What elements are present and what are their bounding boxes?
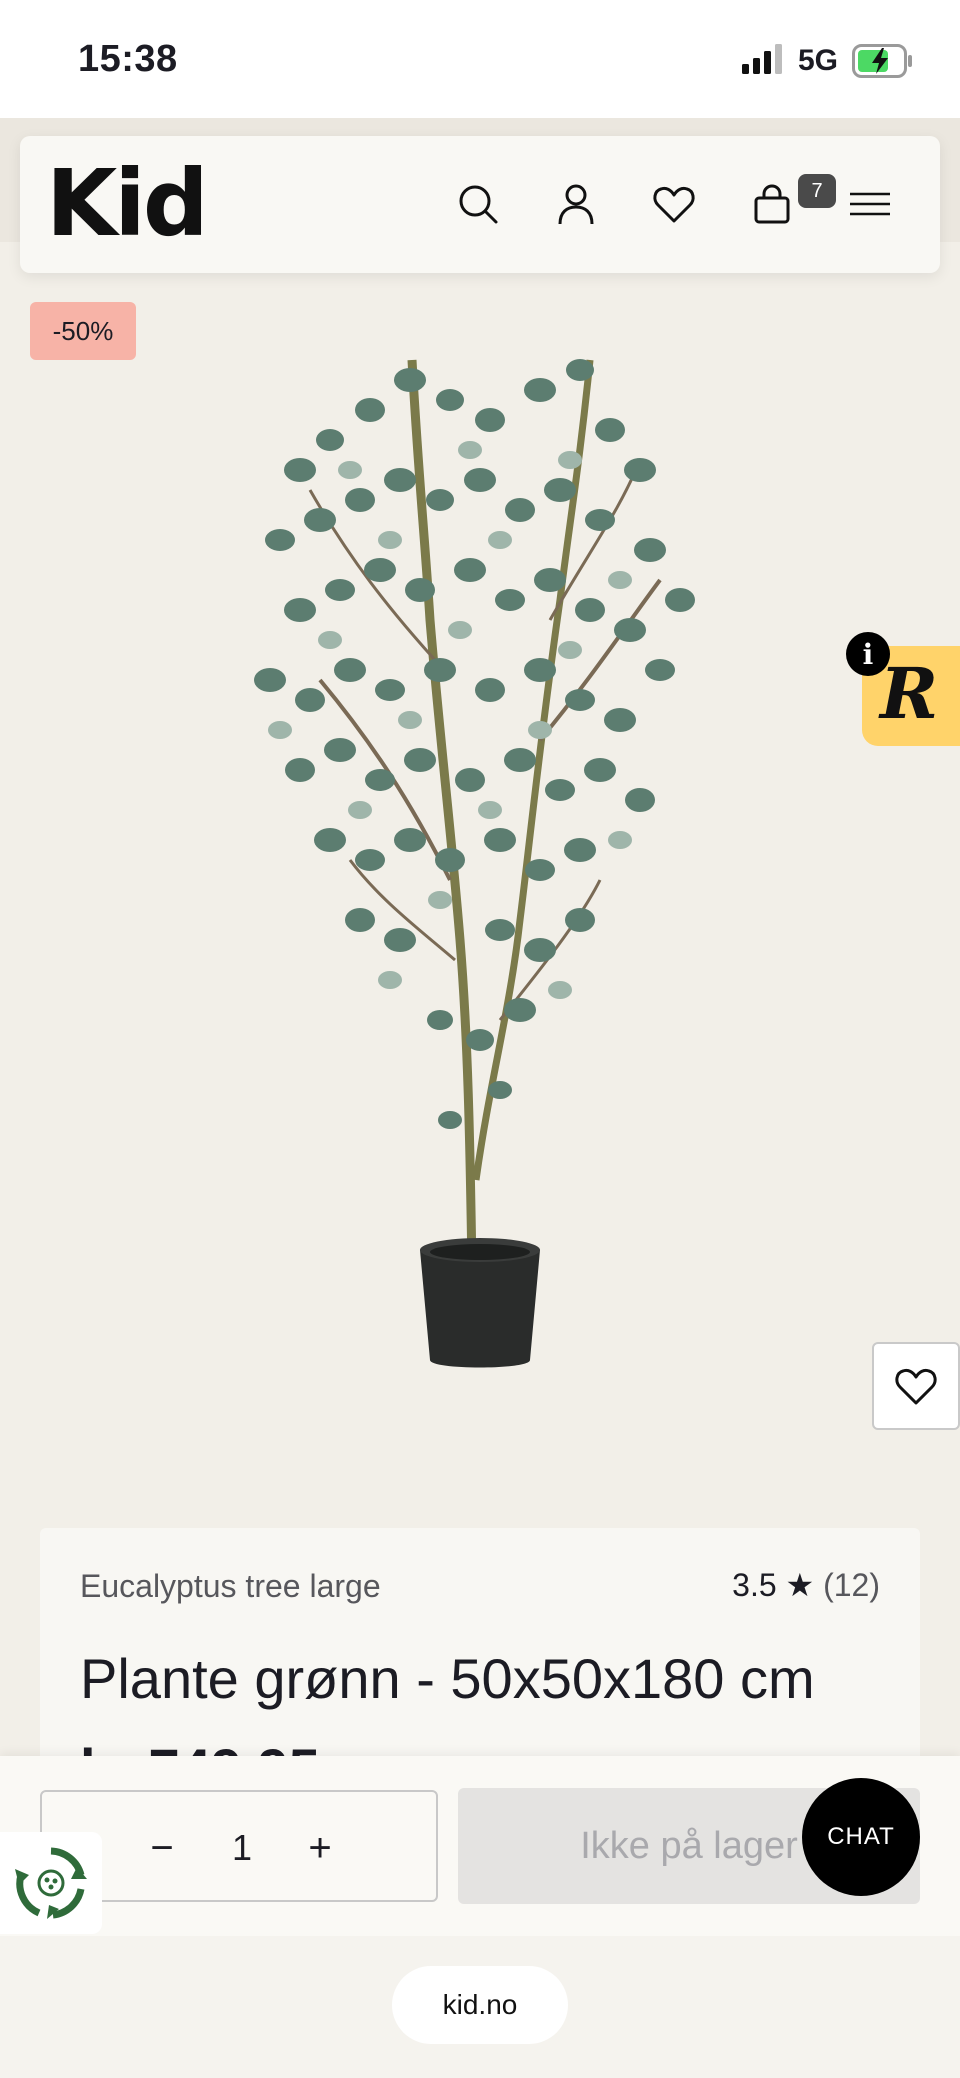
discount-badge: -50% — [30, 302, 136, 360]
cart-icon — [754, 184, 790, 224]
account-button[interactable] — [548, 176, 604, 232]
cart-button[interactable] — [744, 176, 800, 232]
add-to-wishlist-button[interactable] — [872, 1342, 960, 1430]
product-title: Plante grønn - 50x50x180 cm — [80, 1647, 815, 1710]
star-icon: ★ — [785, 1567, 815, 1603]
status-time: 15:38 — [78, 38, 178, 80]
chat-button[interactable]: CHAT — [802, 1778, 920, 1896]
quantity-increase-button[interactable]: + — [290, 1818, 350, 1878]
loyalty-logo-letter: R — [880, 652, 939, 735]
product-image[interactable] — [240, 320, 720, 1420]
rating-value: 3.5 — [732, 1567, 777, 1603]
menu-button[interactable] — [842, 176, 898, 232]
menu-icon — [850, 192, 890, 216]
cellular-signal-icon — [742, 44, 782, 74]
quantity-decrease-button[interactable]: − — [132, 1818, 192, 1878]
recycle-icon — [15, 1847, 87, 1919]
url-pill[interactable]: kid.no — [392, 1966, 568, 2044]
search-icon — [459, 185, 498, 224]
account-icon — [558, 184, 594, 225]
heart-icon — [653, 186, 695, 223]
kid-logo[interactable]: Kid — [46, 158, 209, 250]
site-header: Kid 7 — [20, 136, 940, 273]
status-bar: 15:38 5G — [0, 0, 960, 118]
network-type: 5G — [798, 44, 839, 77]
search-button[interactable] — [450, 176, 506, 232]
heart-icon — [895, 1368, 937, 1405]
quantity-value[interactable]: 1 — [212, 1818, 272, 1878]
info-icon[interactable]: i — [846, 632, 890, 676]
battery-charging-icon — [852, 44, 912, 78]
product-subtitle: Eucalyptus tree large — [80, 1568, 381, 1604]
eucalyptus-tree-illustration — [254, 359, 695, 1368]
rating-count: (12) — [823, 1567, 880, 1603]
product-rating[interactable]: 3.5 ★ (12) — [732, 1566, 880, 1604]
cart-count-badge: 7 — [798, 174, 836, 208]
wishlist-header-button[interactable] — [646, 176, 702, 232]
recycle-widget[interactable] — [0, 1832, 102, 1934]
